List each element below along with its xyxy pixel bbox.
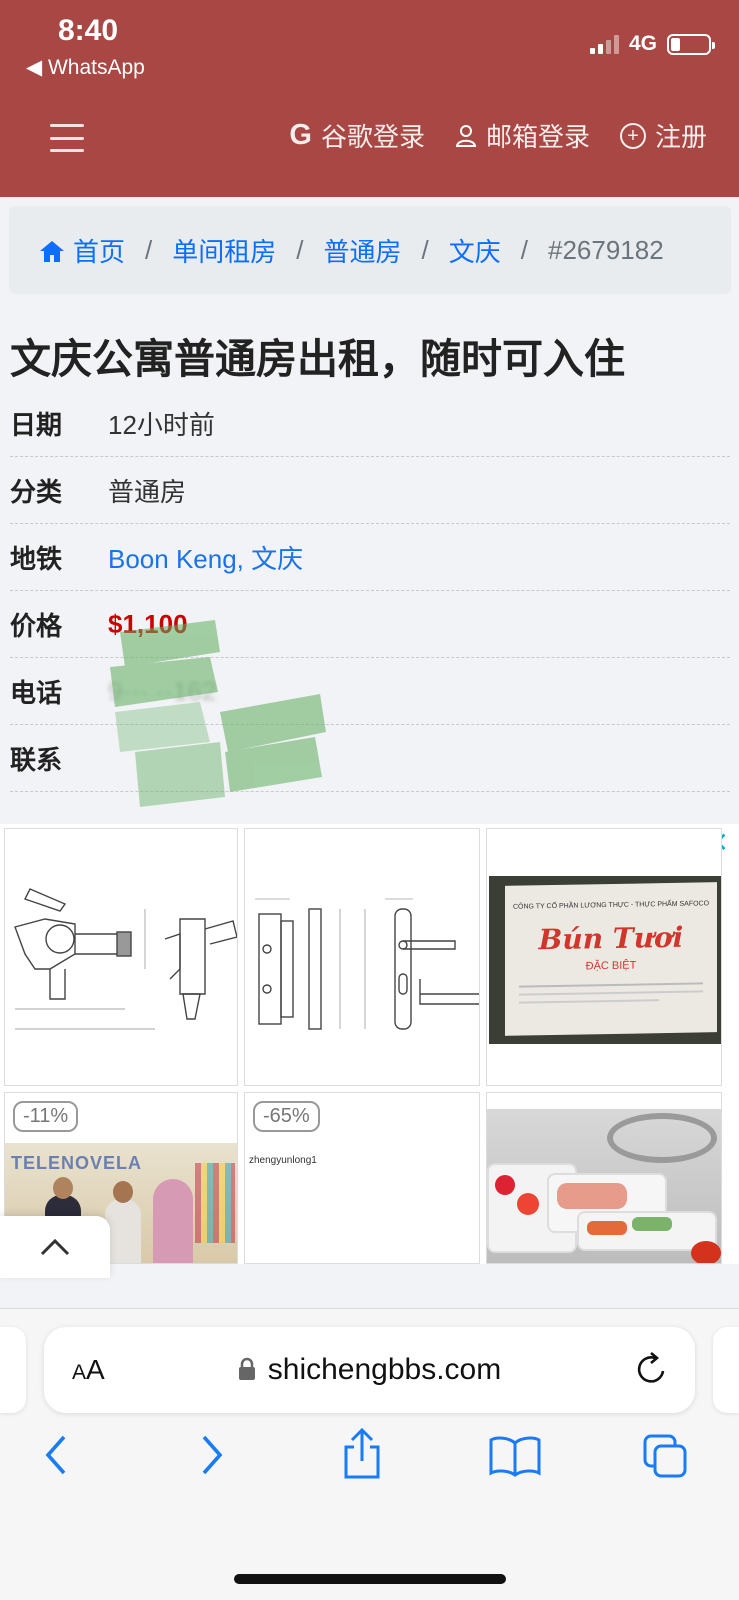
- row-value: 12小时前: [108, 409, 215, 440]
- price-value: $1,100: [108, 608, 188, 639]
- phone-value[interactable]: 9··· ··162: [108, 676, 216, 707]
- google-login-link[interactable]: G 谷歌登录: [289, 117, 425, 154]
- plus-circle-icon: +: [619, 122, 646, 149]
- chevron-up-icon: [40, 1238, 70, 1256]
- row-key: 电话: [10, 677, 63, 708]
- home-icon: [40, 240, 64, 262]
- row-key: 分类: [10, 476, 63, 507]
- lock-icon: [238, 1357, 255, 1380]
- browser-toolbar: [0, 1427, 739, 1493]
- register-link[interactable]: + 注册: [619, 117, 707, 154]
- tabs-icon[interactable]: [642, 1433, 690, 1479]
- network-label: 4G: [628, 32, 657, 55]
- status-indicators: 4G: [589, 32, 715, 56]
- back-to-whatsapp[interactable]: ◀ WhatsApp: [26, 55, 145, 80]
- row-contact: 联系: [10, 725, 730, 792]
- breadcrumb-current: #2679182: [548, 234, 664, 265]
- nav-links: G 谷歌登录 邮箱登录 + 注册: [289, 117, 707, 154]
- row-category: 分类 普通房: [10, 457, 730, 524]
- ad-product-food-containers[interactable]: [486, 1092, 722, 1264]
- page: 8:40 ◀ WhatsApp 4G G 谷歌登录 邮箱登录 + 注册 首页 /…: [0, 0, 739, 1600]
- row-key: 地铁: [10, 543, 63, 574]
- row-key: 价格: [10, 610, 63, 641]
- box-brand-text: Bún Tươi: [538, 920, 684, 957]
- signal-icon: [589, 34, 619, 54]
- row-key: 联系: [10, 744, 63, 775]
- breadcrumb-item-area[interactable]: 文庆: [449, 232, 501, 269]
- seller-name: zhengyunlong1: [249, 1155, 317, 1166]
- breadcrumb-item-rooms[interactable]: 单间租房: [172, 232, 276, 269]
- reload-icon[interactable]: [635, 1351, 669, 1387]
- ad-banner[interactable]: i ✕: [0, 824, 739, 1264]
- mrt-link[interactable]: Boon Keng, 文庆: [108, 539, 303, 576]
- user-icon: [455, 124, 477, 147]
- battery-icon: [667, 33, 715, 55]
- box-sub-text: ĐẶC BIỆT: [585, 959, 637, 973]
- google-icon: G: [289, 119, 312, 151]
- ad-product-blank[interactable]: -65% zhengyunlong1: [244, 1092, 480, 1264]
- row-value: 普通房: [108, 476, 187, 507]
- discount-badge: -11%: [13, 1101, 79, 1132]
- row-phone: 电话 9··· ··162: [10, 658, 730, 725]
- ad-product-faucet[interactable]: [4, 828, 238, 1086]
- breadcrumb-separator: /: [520, 234, 528, 265]
- status-time: 8:40: [58, 14, 119, 47]
- door-lock-drawing: [255, 898, 479, 1030]
- row-price: 价格 $1,100: [10, 591, 730, 658]
- home-indicator: [234, 1574, 506, 1584]
- menu-icon[interactable]: [50, 124, 84, 152]
- forward-arrow-icon[interactable]: [196, 1433, 226, 1477]
- email-login-link[interactable]: 邮箱登录: [455, 117, 590, 154]
- listing-title: 文庆公寓普通房出租，随时可入住: [10, 336, 625, 382]
- bookmarks-icon[interactable]: [488, 1435, 542, 1477]
- breadcrumb-home[interactable]: 首页: [39, 232, 125, 269]
- breadcrumb-separator: /: [145, 234, 153, 265]
- ad-product-noodle-box[interactable]: CÔNG TY CỔ PHẦN LƯƠNG THỰC - THỰC PHẨM S…: [486, 828, 722, 1086]
- next-tab-peek[interactable]: [713, 1327, 739, 1413]
- site-header: 8:40 ◀ WhatsApp 4G G 谷歌登录 邮箱登录 + 注册: [0, 0, 739, 197]
- row-date: 日期 12小时前: [10, 390, 730, 457]
- url-display[interactable]: shichengbbs.com: [44, 1353, 695, 1387]
- back-arrow-icon[interactable]: [42, 1433, 72, 1477]
- breadcrumb-separator: /: [421, 234, 429, 265]
- breadcrumb-separator: /: [296, 234, 304, 265]
- listing-info-table: 日期 12小时前 分类 普通房 地铁 Boon Keng, 文庆 价格 $1,1…: [10, 390, 730, 792]
- url-text: shichengbbs.com: [267, 1353, 502, 1386]
- faucet-drawing: [14, 888, 237, 1030]
- browser-chrome: AAAA shichengbbs.com: [0, 1308, 739, 1600]
- row-key: 日期: [10, 409, 63, 440]
- breadcrumb: 首页 / 单间租房 / 普通房 / 文庆 / #2679182: [9, 206, 731, 294]
- address-bar[interactable]: AAAA shichengbbs.com: [44, 1327, 695, 1413]
- award-text: TELENOVELA: [11, 1153, 143, 1173]
- previous-tab-peek[interactable]: [0, 1327, 26, 1413]
- share-icon[interactable]: [340, 1427, 384, 1481]
- breadcrumb-item-common-room[interactable]: 普通房: [324, 232, 402, 269]
- google-login-label: 谷歌登录: [320, 122, 425, 152]
- row-mrt: 地铁 Boon Keng, 文庆: [10, 524, 730, 591]
- email-login-label: 邮箱登录: [485, 122, 590, 152]
- scroll-to-top-button[interactable]: [0, 1216, 110, 1278]
- ad-product-door-lock[interactable]: [244, 828, 480, 1086]
- register-label: 注册: [654, 122, 707, 152]
- discount-badge: -65%: [253, 1101, 320, 1132]
